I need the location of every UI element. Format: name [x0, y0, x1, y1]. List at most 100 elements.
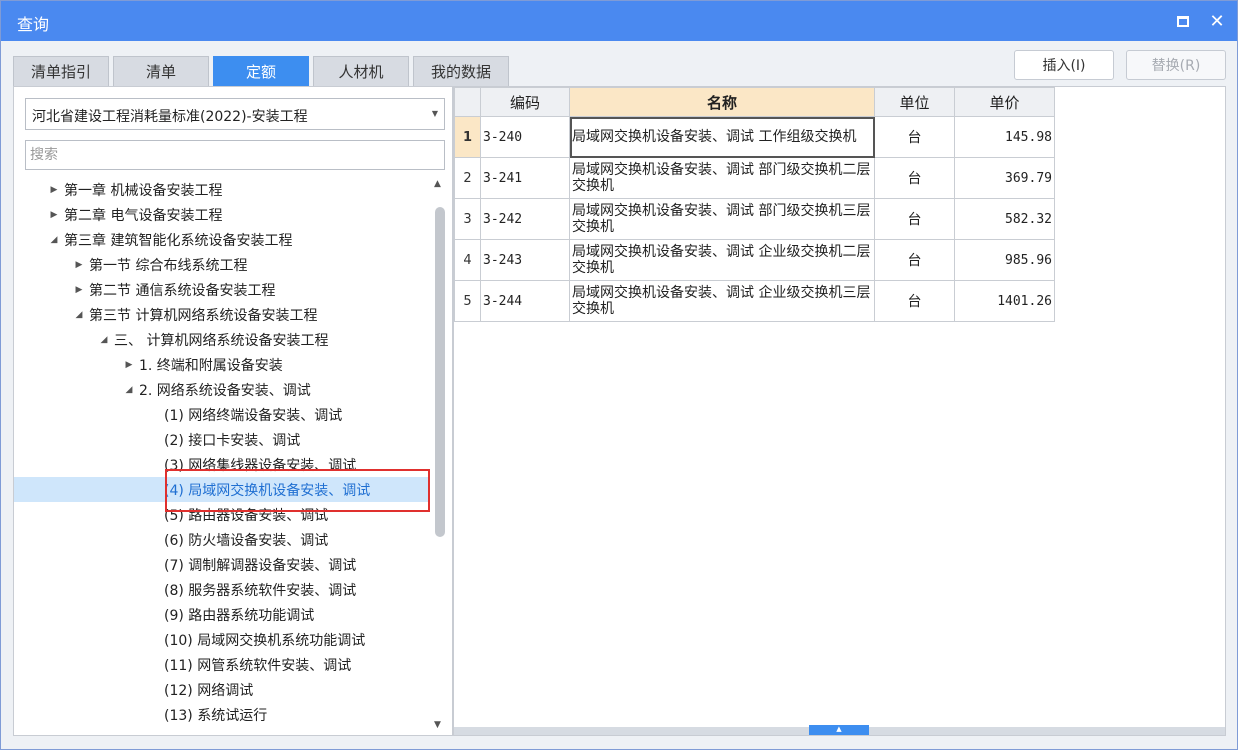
unit-cell[interactable]: 台 — [874, 116, 955, 158]
row-number-header — [454, 87, 481, 117]
code-cell[interactable]: 3-241 — [480, 157, 570, 199]
tree-item[interactable]: (8) 服务器系统软件安装、调试 — [14, 577, 429, 602]
row-number-cell[interactable]: 1 — [454, 116, 481, 158]
quota-table-body: 1 3-240 局域网交换机设备安装、调试 工作组级交换机台 145.98 2 3-241… — [454, 116, 1055, 322]
tree-item[interactable]: (2) 接口卡安装、调试 — [14, 427, 429, 452]
expand-arrow-icon[interactable]: ▶ — [69, 260, 89, 270]
table-row[interactable]: 1 3-240 局域网交换机设备安装、调试 工作组级交换机台 145.98 — [454, 116, 1055, 158]
title-bar[interactable]: 查询 ✕ — [1, 1, 1237, 41]
collapse-arrow-icon[interactable]: ◢ — [94, 335, 114, 345]
library-select[interactable]: 河北省建设工程消耗量标准(2022)-安装工程 ▼ — [25, 98, 445, 130]
tree-item[interactable]: ◢ 第三章 建筑智能化系统设备安装工程 — [14, 227, 429, 252]
grid-horizontal-scrollbar[interactable]: ▲ — [454, 725, 1225, 735]
unit-cell[interactable]: 台 — [874, 198, 955, 240]
tree-item[interactable]: ▶ 第二章 电气设备安装工程 — [14, 202, 429, 227]
tree-item-label: 第一节 综合布线系统工程 — [89, 257, 248, 274]
scroll-down-icon[interactable]: ▼ — [434, 720, 441, 730]
window-title: 查询 — [17, 15, 50, 34]
tree-item-label: (3) 网络集线器设备安装、调试 — [164, 457, 357, 474]
table-row[interactable]: 5 3-244 局域网交换机设备安装、调试 企业级交换机三层交换机台 1401.26 — [454, 280, 1055, 322]
close-button[interactable]: ✕ — [1205, 9, 1229, 33]
row-number-cell[interactable]: 5 — [454, 280, 481, 322]
price-cell[interactable]: 145.98 — [954, 116, 1055, 158]
tree-item[interactable]: (7) 调制解调器设备安装、调试 — [14, 552, 429, 577]
tree-item[interactable]: ◢ 三、 计算机网络系统设备安装工程 — [14, 327, 429, 352]
expand-arrow-icon[interactable]: ▶ — [119, 360, 139, 370]
tree-item-label: (2) 接口卡安装、调试 — [164, 432, 301, 449]
insert-button[interactable]: 插入(I) — [1014, 50, 1114, 80]
scroll-grip-icon[interactable]: ▲ — [809, 725, 869, 735]
scroll-up-icon[interactable]: ▲ — [434, 179, 441, 189]
price-cell[interactable]: 1401.26 — [954, 280, 1055, 322]
table-row[interactable]: 3 3-242 局域网交换机设备安装、调试 部门级交换机三层交换机台 582.32 — [454, 198, 1055, 240]
tree-item[interactable]: ▶ 第一节 综合布线系统工程 — [14, 252, 429, 277]
expand-arrow-icon[interactable]: ▶ — [69, 285, 89, 295]
unit-cell[interactable]: 台 — [874, 280, 955, 322]
expand-arrow-icon[interactable]: ▶ — [44, 185, 64, 195]
tab-bill-guide[interactable]: 清单指引 — [13, 56, 109, 86]
collapse-arrow-icon[interactable]: ◢ — [69, 310, 89, 320]
tree-scrollbar[interactable]: ▲ ▼ — [432, 177, 448, 732]
tree-item-label: (1) 网络终端设备安装、调试 — [164, 407, 343, 424]
tree-item-label: 1. 终端和附属设备安装 — [139, 357, 283, 374]
name-cell[interactable]: 局域网交换机设备安装、调试 部门级交换机三层交换机 — [569, 198, 875, 240]
name-header[interactable]: 名称 — [569, 87, 875, 117]
row-number-cell[interactable]: 3 — [454, 198, 481, 240]
table-row[interactable]: 4 3-243 局域网交换机设备安装、调试 企业级交换机二层交换机台 985.96 — [454, 239, 1055, 281]
name-cell[interactable]: 局域网交换机设备安装、调试 企业级交换机二层交换机 — [569, 239, 875, 281]
table-row[interactable]: 2 3-241 局域网交换机设备安装、调试 部门级交换机二层交换机台 369.79 — [454, 157, 1055, 199]
tree-item-label: 第一章 机械设备安装工程 — [64, 182, 223, 199]
unit-cell[interactable]: 台 — [874, 157, 955, 199]
scroll-thumb[interactable] — [435, 207, 445, 537]
tree-item[interactable]: ◢ 第三节 计算机网络系统设备安装工程 — [14, 302, 429, 327]
tree-item[interactable]: ▶ 第一章 机械设备安装工程 — [14, 177, 429, 202]
tab-bar: 清单指引 清单 定额 人材机 我的数据 — [13, 56, 513, 86]
tree-item[interactable]: ▶第四节 建筑设备监控系统安装工程 — [14, 727, 429, 732]
tree-item[interactable]: (10) 局域网交换机系统功能调试 — [14, 627, 429, 652]
tree-item[interactable]: (12) 网络调试 — [14, 677, 429, 702]
unit-header[interactable]: 单位 — [874, 87, 955, 117]
tree-item-label: (10) 局域网交换机系统功能调试 — [164, 632, 366, 649]
tree-item-label: 第二节 通信系统设备安装工程 — [89, 282, 276, 299]
code-cell[interactable]: 3-243 — [480, 239, 570, 281]
price-cell[interactable]: 582.32 — [954, 198, 1055, 240]
code-cell[interactable]: 3-242 — [480, 198, 570, 240]
tree-item[interactable]: (9) 路由器系统功能调试 — [14, 602, 429, 627]
collapse-arrow-icon[interactable]: ◢ — [44, 235, 64, 245]
quota-table: 编码 名称 单位 单价 1 3-240 局域网交换机设备安装、调试 工作组级交换机台… — [454, 87, 1055, 322]
tree-item[interactable]: ▶ 1. 终端和附属设备安装 — [14, 352, 429, 377]
maximize-icon — [1177, 15, 1189, 27]
code-cell[interactable]: 3-244 — [480, 280, 570, 322]
price-cell[interactable]: 369.79 — [954, 157, 1055, 199]
tree-item[interactable]: (11) 网管系统软件安装、调试 — [14, 652, 429, 677]
price-header[interactable]: 单价 — [954, 87, 1055, 117]
tree-item[interactable]: (5) 路由器设备安装、调试 — [14, 502, 429, 527]
row-number-cell[interactable]: 2 — [454, 157, 481, 199]
code-header[interactable]: 编码 — [480, 87, 570, 117]
tab-my-data[interactable]: 我的数据 — [413, 56, 509, 86]
search-input[interactable] — [25, 140, 445, 170]
collapse-arrow-icon[interactable]: ◢ — [119, 385, 139, 395]
name-cell[interactable]: 局域网交换机设备安装、调试 工作组级交换机 — [569, 116, 875, 158]
row-number-cell[interactable]: 4 — [454, 239, 481, 281]
tree-item[interactable]: (4) 局域网交换机设备安装、调试 — [14, 477, 429, 502]
unit-cell[interactable]: 台 — [874, 239, 955, 281]
tab-quota[interactable]: 定额 — [213, 56, 309, 86]
tree-item[interactable]: (6) 防火墙设备安装、调试 — [14, 527, 429, 552]
price-cell[interactable]: 985.96 — [954, 239, 1055, 281]
tab-bill[interactable]: 清单 — [113, 56, 209, 86]
name-cell[interactable]: 局域网交换机设备安装、调试 企业级交换机三层交换机 — [569, 280, 875, 322]
code-cell[interactable]: 3-240 — [480, 116, 570, 158]
replace-button[interactable]: 替换(R) — [1126, 50, 1226, 80]
expand-arrow-icon[interactable]: ▶ — [44, 210, 64, 220]
tab-labor-material-machine[interactable]: 人材机 — [313, 56, 409, 86]
tree-item[interactable]: (3) 网络集线器设备安装、调试 — [14, 452, 429, 477]
tree-item[interactable]: ◢ 2. 网络系统设备安装、调试 — [14, 377, 429, 402]
name-cell[interactable]: 局域网交换机设备安装、调试 部门级交换机二层交换机 — [569, 157, 875, 199]
tree-item[interactable]: (1) 网络终端设备安装、调试 — [14, 402, 429, 427]
tree-item[interactable]: (13) 系统试运行 — [14, 702, 429, 727]
tree-item[interactable]: ▶ 第二节 通信系统设备安装工程 — [14, 277, 429, 302]
chevron-down-icon: ▼ — [431, 109, 438, 118]
maximize-button[interactable] — [1171, 9, 1195, 33]
tree-item-label: (12) 网络调试 — [164, 682, 254, 699]
